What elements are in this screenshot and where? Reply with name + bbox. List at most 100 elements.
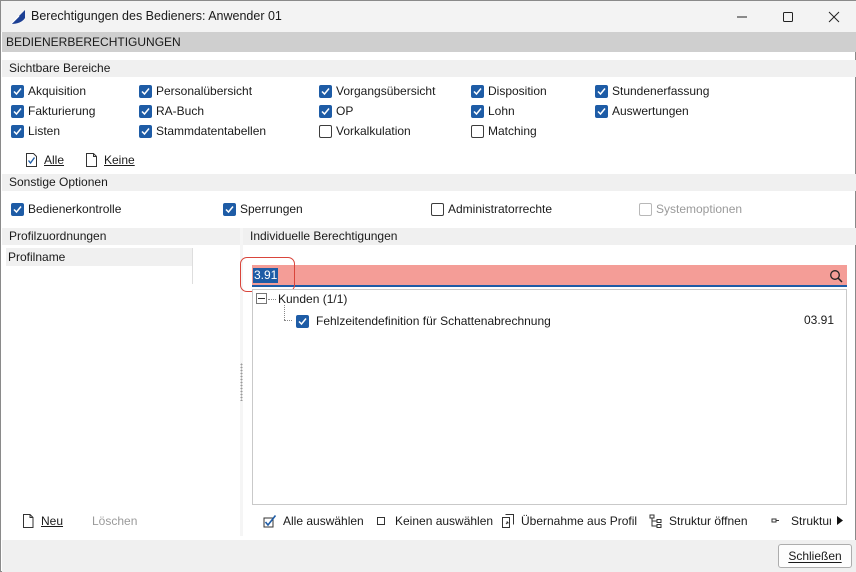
checkbox-checked[interactable] [595, 104, 608, 118]
checkbox-checked[interactable] [223, 202, 236, 216]
take-from-profile-button[interactable]: Übernahme aus Profil [501, 513, 637, 529]
area-checkbox-auswertungen[interactable]: Auswertungen [595, 103, 689, 119]
checkmark-icon [13, 87, 22, 95]
area-checkbox-lohn[interactable]: Lohn [471, 103, 515, 119]
checkbox-label: Auswertungen [612, 104, 689, 118]
checkbox-label: Stammdatentabellen [156, 124, 267, 138]
new-profile-button[interactable]: Neu [21, 513, 63, 529]
option-checkbox-systemoptionen[interactable]: Systemoptionen [639, 201, 742, 217]
checkbox-checked[interactable] [11, 104, 24, 118]
option-checkbox-sperrungen[interactable]: Sperrungen [223, 201, 303, 217]
maximize-icon [783, 11, 793, 22]
checkmark-icon [141, 127, 150, 135]
checkmark-icon [473, 107, 482, 115]
checkbox-label: Matching [488, 124, 537, 138]
checkmark-icon [321, 87, 330, 95]
area-checkbox-vorgangsübersicht[interactable]: Vorgangsübersicht [319, 83, 435, 99]
checkbox-label: Lohn [488, 104, 515, 118]
minimize-icon [737, 16, 747, 17]
area-checkbox-disposition[interactable]: Disposition [471, 83, 547, 99]
option-checkbox-bedienerkontrolle[interactable]: Bedienerkontrolle [11, 201, 121, 217]
checkbox-checked[interactable] [11, 202, 24, 216]
checkbox-checked[interactable] [11, 124, 24, 138]
open-structure-button[interactable]: Struktur öffnen [649, 513, 748, 529]
area-checkbox-ra-buch[interactable]: RA-Buch [139, 103, 204, 119]
area-checkbox-akquisition[interactable]: Akquisition [11, 83, 86, 99]
select-none-button[interactable]: Keinen auswählen [375, 513, 493, 529]
area-checkbox-listen[interactable]: Listen [11, 123, 60, 139]
area-checkbox-personalübersicht[interactable]: Personalübersicht [139, 83, 252, 99]
checkmark-icon [13, 205, 22, 213]
profile-name-column-header[interactable]: Profilname [6, 248, 192, 266]
checkbox-label: Akquisition [28, 84, 87, 98]
app-logo-icon [10, 10, 25, 25]
search-icon[interactable] [829, 269, 843, 283]
area-checkbox-matching[interactable]: Matching [471, 123, 537, 139]
close-structure-button[interactable]: Struktur [771, 513, 831, 529]
checkbox-label: Listen [28, 124, 61, 138]
checkbox-unchecked[interactable] [639, 202, 652, 216]
tree-item-fehlzeitendefinition[interactable]: Fehlzeitendefinition für Schattenabrechn… [296, 313, 551, 329]
checkbox-unchecked[interactable] [471, 124, 484, 138]
close-window-button[interactable] [811, 1, 856, 32]
select-all-button[interactable]: Alle auswählen [263, 513, 364, 529]
checkmark-icon [141, 87, 150, 95]
area-checkbox-op[interactable]: OP [319, 103, 353, 119]
close-structure-label: Struktur [791, 514, 831, 528]
permission-search-input[interactable] [252, 265, 847, 287]
checkmark-icon [473, 87, 482, 95]
checkbox-checked[interactable] [139, 84, 152, 98]
tree-item-checkbox[interactable] [296, 314, 309, 328]
checkbox-checked[interactable] [139, 124, 152, 138]
checkbox-checked[interactable] [319, 104, 332, 118]
select-all-areas-button[interactable]: Alle [25, 152, 64, 168]
collapse-icon[interactable] [256, 293, 267, 304]
splitter-grip-icon[interactable] [240, 363, 243, 401]
checkbox-unchecked[interactable] [319, 124, 332, 138]
bottom-bar [2, 540, 856, 572]
select-none-areas-label: Keine [104, 153, 135, 167]
delete-profile-button[interactable]: Löschen [92, 513, 137, 529]
section-header-sichtbare-bereiche: Sichtbare Bereiche [2, 60, 856, 77]
blank-document-icon [86, 153, 97, 167]
checkbox-checked[interactable] [595, 84, 608, 98]
new-document-icon [23, 514, 34, 528]
close-dialog-button[interactable]: Schließen [778, 544, 852, 568]
option-checkbox-administratorrechte[interactable]: Administratorrechte [431, 201, 552, 217]
minimize-button[interactable] [719, 1, 765, 32]
checkbox-checked[interactable] [471, 84, 484, 98]
checkbox-checked[interactable] [11, 84, 24, 98]
select-none-areas-button[interactable]: Keine [85, 152, 135, 168]
checkbox-label: OP [336, 104, 354, 118]
toolbar-scroll-right-icon[interactable] [836, 515, 844, 526]
tree-item-value: 03.91 [804, 313, 835, 327]
select-all-label: Alle auswählen [283, 514, 364, 528]
close-icon [828, 11, 840, 22]
title-bar: Berechtigungen des Bedieners: Anwender 0… [1, 1, 856, 32]
checkmark-icon [321, 107, 330, 115]
checkbox-label: Bedienerkontrolle [28, 202, 122, 216]
checkbox-checked[interactable] [139, 104, 152, 118]
checkmark-icon [298, 317, 307, 325]
area-checkbox-vorkalkulation[interactable]: Vorkalkulation [319, 123, 411, 139]
checkbox-checked[interactable] [319, 84, 332, 98]
checkbox-label: Fakturierung [28, 104, 96, 118]
maximize-button[interactable] [765, 1, 811, 32]
close-dialog-label: Schließen [788, 549, 842, 563]
area-checkbox-stammdatentabellen[interactable]: Stammdatentabellen [139, 123, 266, 139]
area-checkbox-fakturierung[interactable]: Fakturierung [11, 103, 95, 119]
copy-document-icon [502, 514, 514, 528]
select-none-label: Keinen auswählen [395, 514, 494, 528]
tree-group-kunden[interactable]: Kunden (1/1) [278, 292, 347, 306]
area-checkbox-stundenerfassung[interactable]: Stundenerfassung [595, 83, 709, 99]
checkbox-unchecked[interactable] [431, 202, 444, 216]
search-highlight-marker [240, 257, 295, 292]
new-profile-label: Neu [41, 514, 64, 528]
column-separator [192, 248, 193, 284]
checkbox-checked[interactable] [471, 104, 484, 118]
profile-list[interactable] [6, 247, 240, 505]
dialog-window: Berechtigungen des Bedieners: Anwender 0… [0, 0, 856, 572]
checked-document-icon [26, 153, 37, 167]
checkbox-label: Disposition [488, 84, 547, 98]
checkbox-label: Administratorrechte [448, 202, 553, 216]
